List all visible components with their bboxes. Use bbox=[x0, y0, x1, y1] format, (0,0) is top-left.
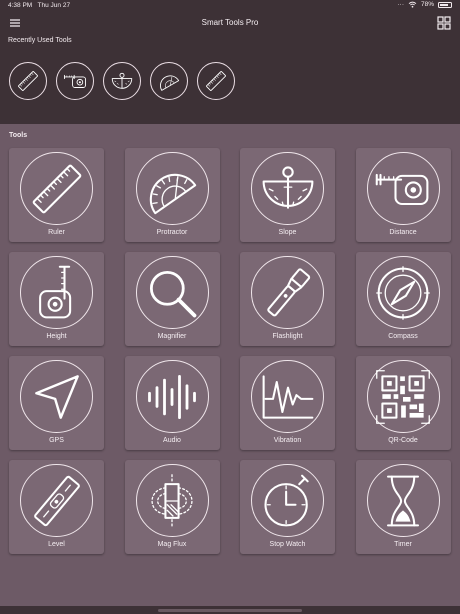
slope-icon bbox=[111, 72, 133, 89]
ruler-icon bbox=[206, 71, 226, 91]
protractor-icon bbox=[160, 75, 180, 91]
tool-tile-flashlight[interactable]: Flashlight bbox=[240, 252, 335, 346]
tool-icon-ring bbox=[366, 464, 440, 537]
tool-tile-level[interactable]: Level bbox=[9, 460, 104, 554]
tool-icon-ring bbox=[135, 360, 209, 433]
tools-section-title: Tools bbox=[9, 132, 28, 139]
tool-label: Mag Flux bbox=[157, 541, 187, 548]
recent-item-ruler[interactable] bbox=[9, 62, 47, 100]
tool-label: Flashlight bbox=[272, 333, 303, 340]
grid-view-icon[interactable] bbox=[437, 16, 451, 30]
tool-tile-compass[interactable]: Compass bbox=[355, 252, 451, 346]
ruler-icon bbox=[32, 164, 81, 213]
status-clock: 4:38 PM bbox=[8, 2, 33, 9]
tool-tile-slope[interactable]: Slope bbox=[240, 148, 335, 242]
slope-icon bbox=[262, 165, 313, 209]
signal-dots-icon: ··· bbox=[397, 1, 404, 8]
tool-tile-ruler[interactable]: Ruler bbox=[9, 148, 104, 242]
app-title: Smart Tools Pro bbox=[201, 18, 259, 27]
tool-icon-ring bbox=[20, 464, 93, 537]
nav-bar: Smart Tools Pro bbox=[0, 12, 460, 34]
status-bar: 4:38 PM Thu Jun 27 ··· 78% bbox=[0, 0, 460, 12]
distance-icon bbox=[375, 173, 429, 205]
tool-label: Vibration bbox=[273, 437, 302, 444]
audio-icon bbox=[148, 374, 196, 419]
flashlight-icon bbox=[266, 267, 310, 316]
status-right: ··· 78% bbox=[397, 1, 452, 8]
stopwatch-icon bbox=[263, 474, 309, 526]
recent-item-protractor[interactable] bbox=[150, 62, 188, 100]
wifi-icon bbox=[408, 1, 417, 8]
tool-label: Protractor bbox=[156, 229, 188, 236]
header-area: 4:38 PM Thu Jun 27 ··· 78% Smart Tools P… bbox=[0, 0, 460, 124]
tool-icon-ring bbox=[251, 464, 324, 537]
mag-flux-icon bbox=[151, 473, 193, 528]
recent-item-ruler-2[interactable] bbox=[197, 62, 235, 100]
battery-icon bbox=[438, 1, 452, 8]
tool-icon-ring bbox=[366, 256, 440, 329]
tool-icon-ring bbox=[251, 152, 324, 225]
recent-item-slope[interactable] bbox=[103, 62, 141, 100]
tool-icon-ring bbox=[251, 360, 324, 433]
compass-icon bbox=[376, 265, 430, 320]
tool-icon-ring bbox=[366, 152, 440, 225]
tool-icon-ring bbox=[135, 464, 209, 537]
tool-label: Compass bbox=[388, 333, 418, 340]
tool-tile-audio[interactable]: Audio bbox=[124, 356, 220, 450]
recent-item-distance[interactable] bbox=[56, 62, 94, 100]
qr-code-icon bbox=[376, 369, 430, 424]
tool-icon-ring bbox=[20, 256, 93, 329]
tool-label: Timer bbox=[394, 541, 412, 548]
protractor-icon bbox=[149, 173, 197, 214]
tool-icon-ring bbox=[366, 360, 440, 433]
tool-tile-distance[interactable]: Distance bbox=[355, 148, 451, 242]
tool-label: Level bbox=[48, 541, 65, 548]
home-indicator[interactable] bbox=[158, 609, 302, 612]
ruler-icon bbox=[18, 71, 38, 91]
level-icon bbox=[33, 475, 80, 526]
tool-label: Height bbox=[46, 333, 67, 340]
tool-icon-ring bbox=[135, 256, 209, 329]
hourglass-icon bbox=[386, 475, 420, 526]
tool-icon-ring bbox=[251, 256, 324, 329]
tools-grid: Ruler Protractor Slope Distance Height M… bbox=[9, 148, 451, 554]
magnifier-icon bbox=[149, 270, 197, 317]
tool-label: Slope bbox=[278, 229, 297, 236]
vibration-icon bbox=[262, 374, 313, 419]
tool-label: Audio bbox=[163, 437, 181, 444]
bottom-bar bbox=[0, 606, 460, 614]
tool-icon-ring bbox=[20, 360, 93, 433]
status-time: 4:38 PM Thu Jun 27 bbox=[8, 2, 70, 9]
tool-icon-ring bbox=[20, 152, 93, 225]
recent-tools-title: Recently Used Tools bbox=[8, 37, 72, 44]
tool-label: QR-Code bbox=[388, 437, 418, 444]
tool-tile-vibration[interactable]: Vibration bbox=[240, 356, 335, 450]
height-icon bbox=[38, 265, 71, 318]
gps-icon bbox=[34, 374, 79, 419]
recent-tools-row bbox=[9, 62, 235, 100]
distance-icon bbox=[63, 74, 87, 88]
battery-percent: 78% bbox=[420, 1, 434, 8]
tool-tile-gps[interactable]: GPS bbox=[9, 356, 104, 450]
tool-label: Distance bbox=[389, 229, 417, 236]
tool-tile-stopwatch[interactable]: Stop Watch bbox=[240, 460, 335, 554]
tool-tile-magnifier[interactable]: Magnifier bbox=[124, 252, 220, 346]
tool-tile-timer[interactable]: Timer bbox=[355, 460, 451, 554]
tool-label: Magnifier bbox=[157, 333, 187, 340]
battery-fill bbox=[440, 3, 448, 6]
tool-tile-protractor[interactable]: Protractor bbox=[124, 148, 220, 242]
tool-label: Stop Watch bbox=[269, 541, 306, 548]
tool-label: Ruler bbox=[48, 229, 65, 236]
tool-tile-height[interactable]: Height bbox=[9, 252, 104, 346]
tool-label: GPS bbox=[49, 437, 64, 444]
status-date: Thu Jun 27 bbox=[37, 2, 71, 9]
tool-tile-mag-flux[interactable]: Mag Flux bbox=[124, 460, 220, 554]
tool-icon-ring bbox=[135, 152, 209, 225]
tool-tile-qr-code[interactable]: QR-Code bbox=[355, 356, 451, 450]
